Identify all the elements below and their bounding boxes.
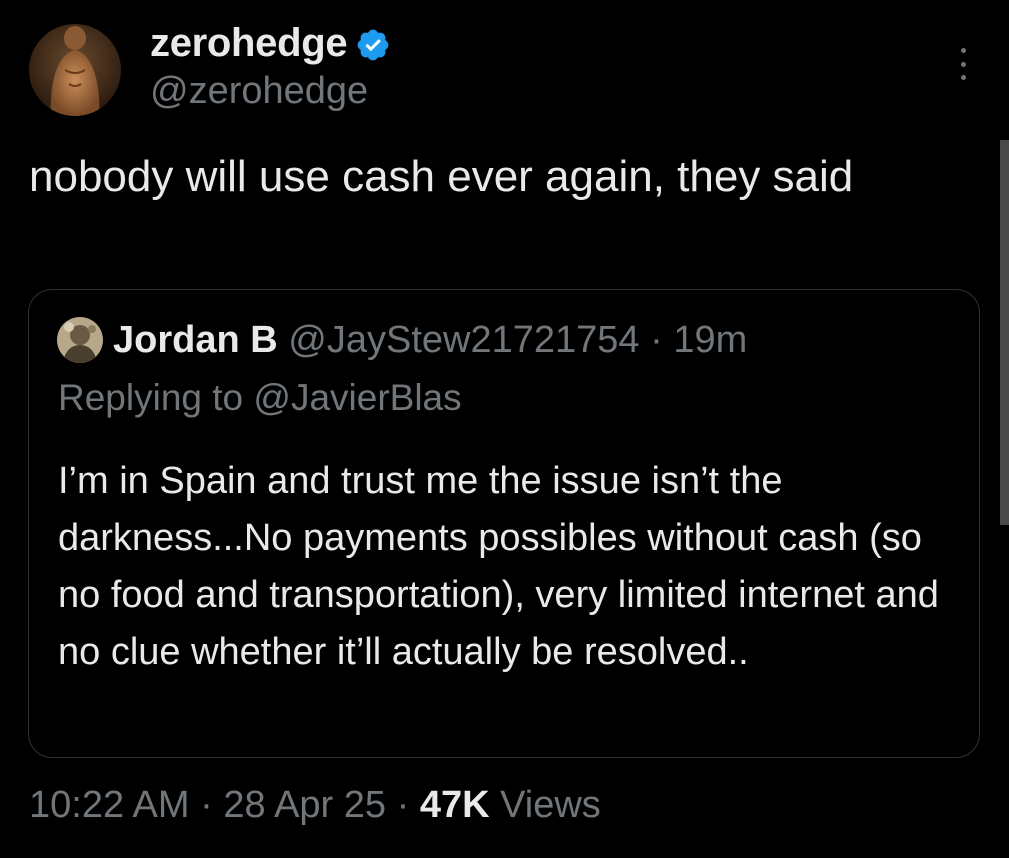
views-count: 47K [419, 784, 490, 826]
quoted-header: Jordan B @JayStew21721754 · 19m [113, 316, 747, 364]
quoted-tweet-card[interactable]: Jordan B @JayStew21721754 · 19m Replying… [28, 289, 980, 758]
more-dot [960, 48, 966, 53]
meta-separator: · [200, 784, 213, 826]
quoted-time-ago[interactable]: 19m [673, 319, 747, 361]
author-handle[interactable]: @zerohedge [150, 70, 368, 113]
quoted-replying-to[interactable]: Replying to @JavierBlas [58, 374, 462, 422]
tweet-metadata: 10:22 AM · 28 Apr 25 · 47K Views [29, 780, 601, 830]
author-display-name[interactable]: zerohedge [150, 21, 348, 66]
quoted-display-name[interactable]: Jordan B [113, 319, 278, 361]
tweet-time[interactable]: 10:22 AM [29, 784, 190, 826]
more-options-icon[interactable] [948, 44, 978, 84]
scrollbar-thumb[interactable] [1000, 140, 1009, 525]
quoted-handle[interactable]: @JayStew21721754 [288, 319, 639, 361]
more-dot [960, 61, 966, 67]
meta-separator: · [396, 784, 410, 826]
tweet-date[interactable]: 28 Apr 25 [223, 784, 386, 826]
author-avatar[interactable] [29, 24, 121, 116]
quoted-author-avatar[interactable] [57, 317, 103, 363]
more-dot [960, 75, 966, 80]
quoted-separator: · [650, 319, 663, 361]
author-name-row[interactable]: zerohedge [150, 16, 391, 70]
tweet-text: nobody will use cash ever again, they sa… [29, 152, 854, 201]
quoted-tweet-text: I’m in Spain and trust me the issue isn’… [58, 460, 939, 673]
verified-badge-icon [357, 29, 389, 61]
views-label: Views [500, 784, 601, 826]
